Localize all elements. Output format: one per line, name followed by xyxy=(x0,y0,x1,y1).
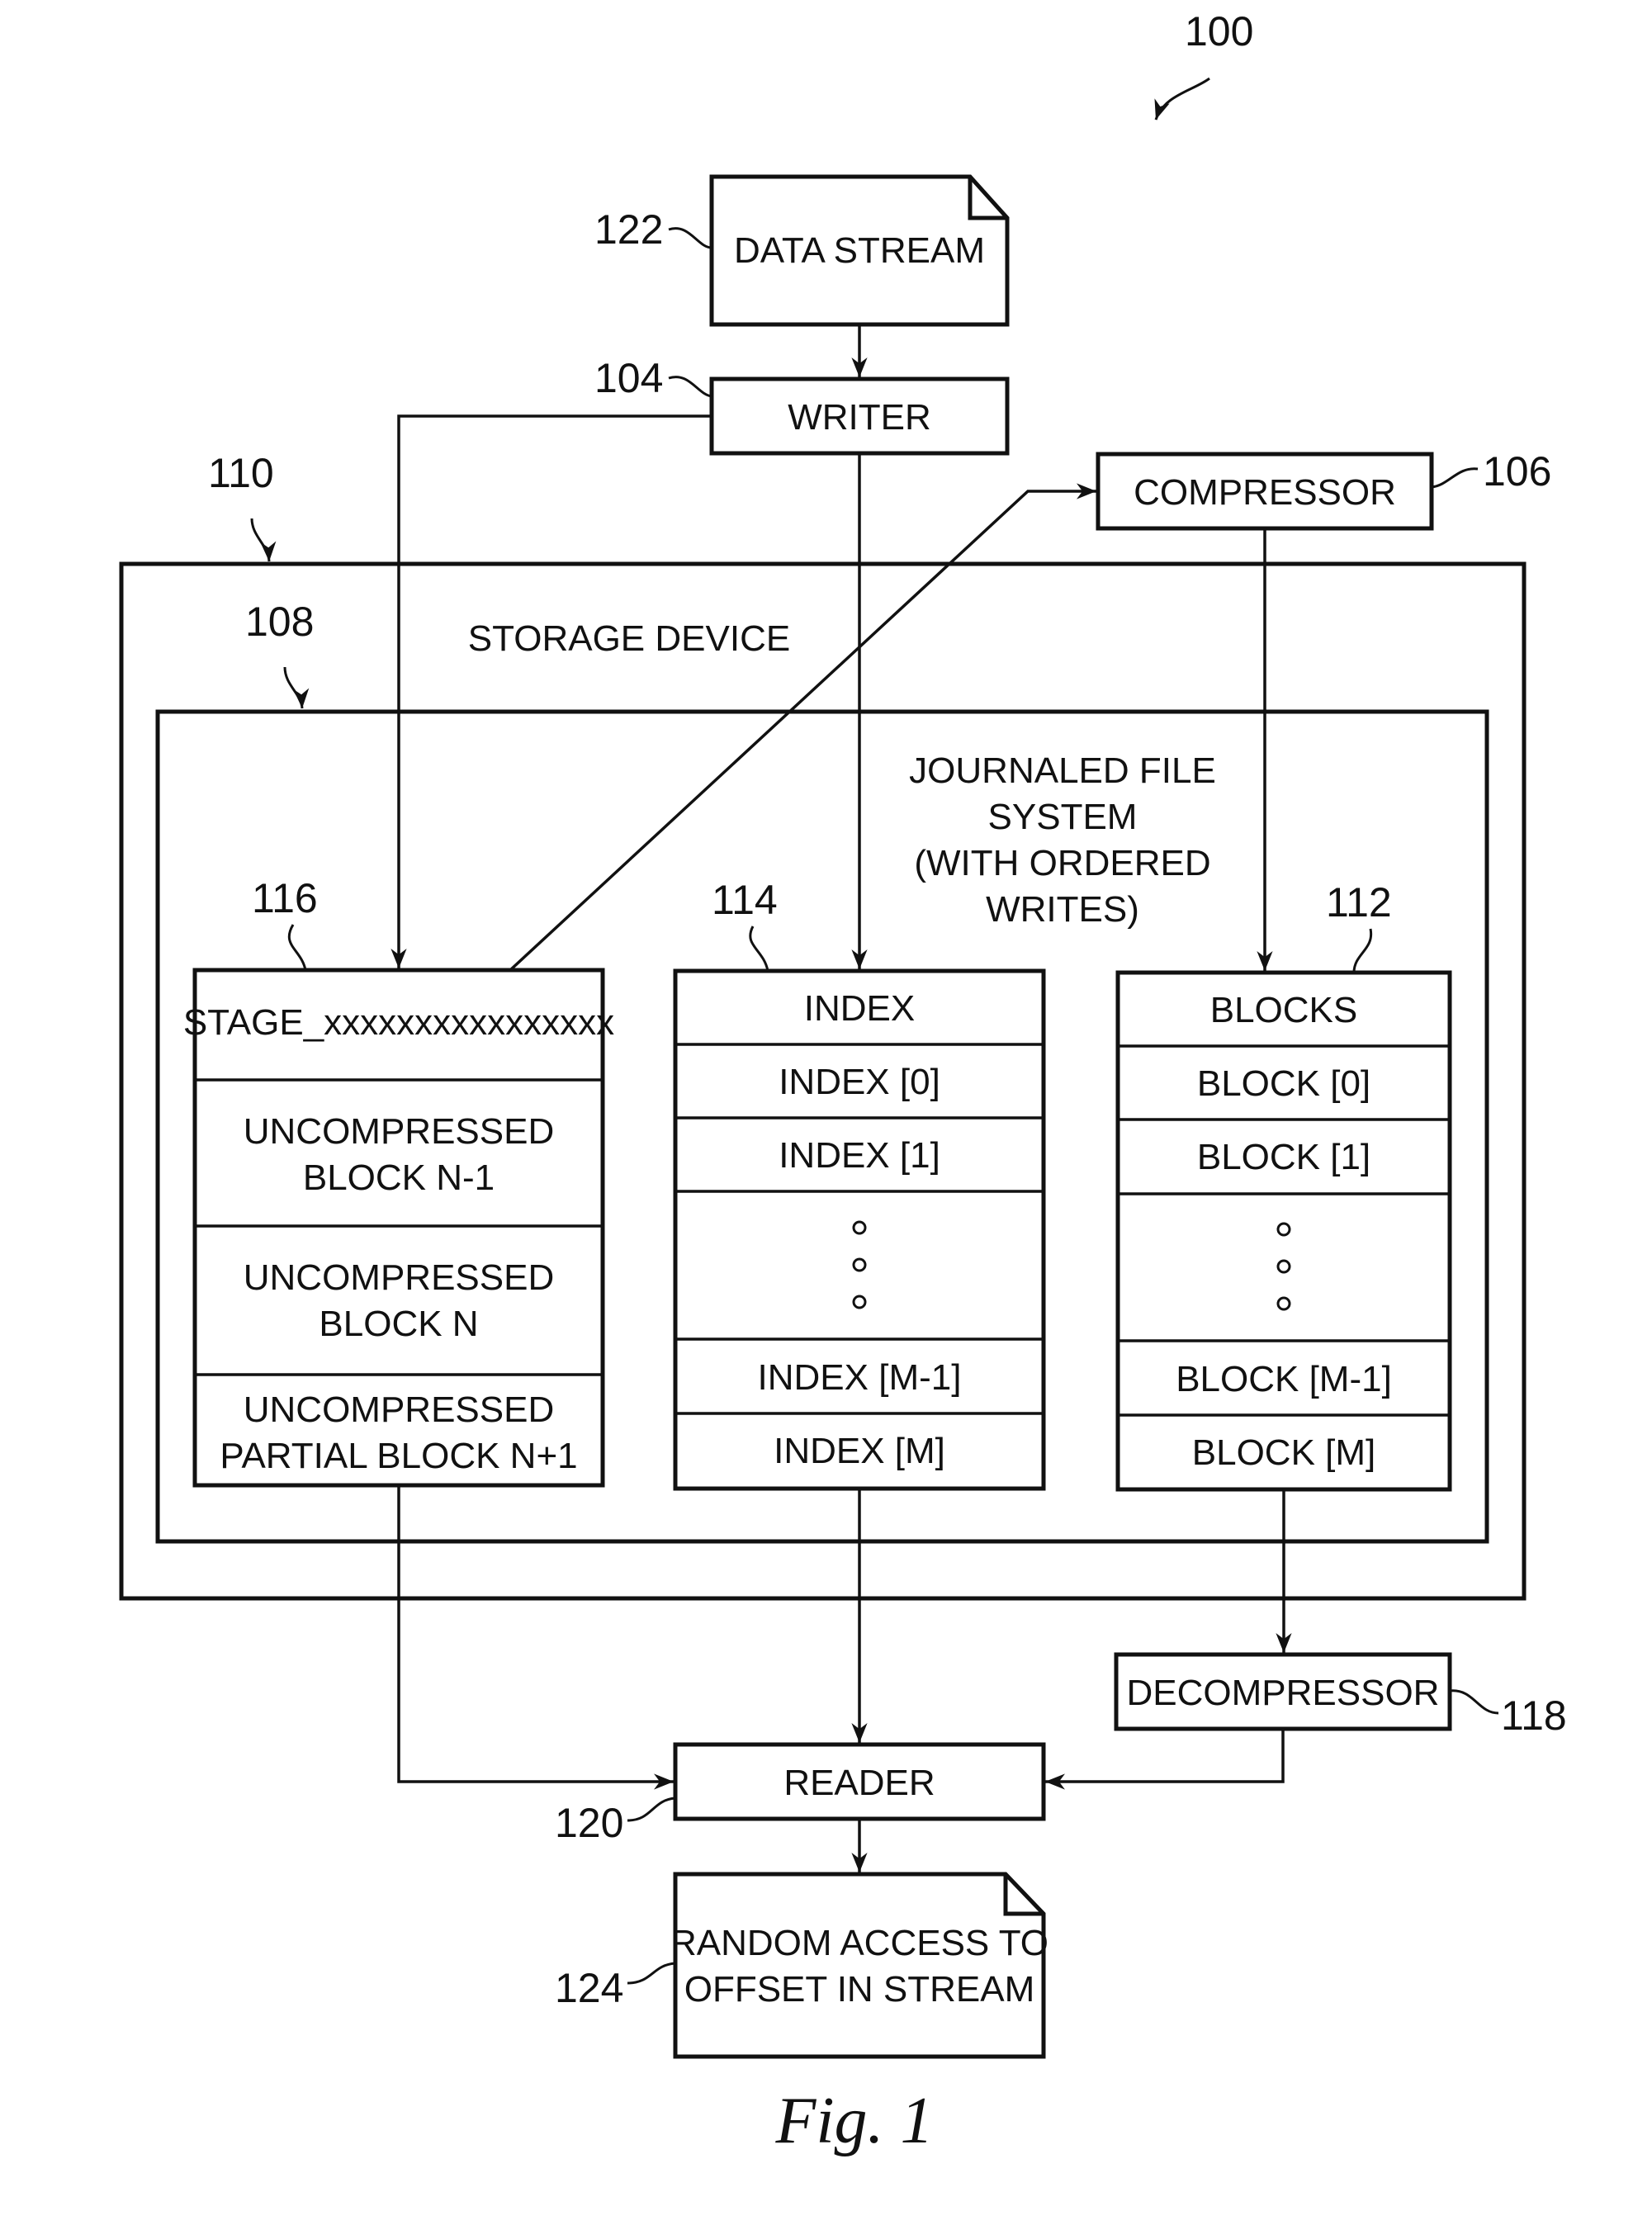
decompressor-box: DECOMPRESSOR xyxy=(1114,1652,1452,1731)
journaled-file-system-label: JOURNALED FILE SYSTEM (WITH ORDERED WRIT… xyxy=(909,750,1216,930)
storage-device-ref: 110 xyxy=(208,450,274,496)
stage-row-1-line-2: BLOCK N-1 xyxy=(303,1157,495,1198)
stage-row-3-line-1: UNCOMPRESSED xyxy=(244,1389,555,1430)
index-leader xyxy=(749,926,769,972)
index-row-0: INDEX [0] xyxy=(779,1062,940,1102)
stage-header: STAGE_xxxxxxxxxxxxxxxx xyxy=(183,1002,614,1043)
arrow-writer-to-stage xyxy=(391,414,712,968)
index-ref: 114 xyxy=(712,877,778,923)
reader-box: READER xyxy=(673,1742,1046,1821)
blocks-header: BLOCKS xyxy=(1210,990,1358,1030)
stage-row-2-line-2: BLOCK N xyxy=(319,1304,478,1344)
random-access-ref: 124 xyxy=(555,1965,623,2011)
writer-leader xyxy=(668,376,712,398)
data-stream-label: DATA STREAM xyxy=(734,230,985,271)
random-access-line-1: RANDOM ACCESS TO xyxy=(670,1923,1048,1963)
index-table: INDEX INDEX [0] INDEX [1] INDEX [M-1] IN… xyxy=(673,968,1046,1491)
figure-caption: Fig. 1 xyxy=(774,2085,933,2157)
writer-label: WRITER xyxy=(788,397,931,438)
index-row-1: INDEX [1] xyxy=(779,1135,940,1176)
stage-row-3-line-2: PARTIAL BLOCK N+1 xyxy=(220,1436,577,1476)
reader-label: READER xyxy=(783,1763,935,1803)
storage-system-diagram: 100 DATA STREAM 122 WRITER 104 COMPRESSO… xyxy=(119,8,1567,2157)
compressor-ref: 106 xyxy=(1483,448,1551,495)
blocks-row-0: BLOCK [0] xyxy=(1197,1063,1370,1104)
blocks-row-1: BLOCK [1] xyxy=(1197,1137,1370,1177)
stage-row-2-line-1: UNCOMPRESSED xyxy=(244,1257,555,1298)
decompressor-leader xyxy=(1449,1689,1499,1715)
arrow-stage-to-reader xyxy=(397,1485,674,1790)
index-row-m-1: INDEX [M-1] xyxy=(758,1357,962,1398)
compressor-label: COMPRESSOR xyxy=(1134,472,1396,513)
figure-ref-100: 100 xyxy=(1185,8,1253,54)
index-header: INDEX xyxy=(804,988,915,1029)
stage-ref: 116 xyxy=(252,875,318,921)
figure-ref-arrow xyxy=(1154,77,1210,121)
writer-ref: 104 xyxy=(594,355,663,401)
reader-ref: 120 xyxy=(555,1800,623,1846)
blocks-row-m-1: BLOCK [M-1] xyxy=(1176,1359,1392,1399)
decompressor-ref: 118 xyxy=(1501,1692,1567,1739)
svg-text:(WITH ORDERED: (WITH ORDERED xyxy=(914,843,1210,883)
random-access-line-2: OFFSET IN STREAM xyxy=(684,1969,1035,2010)
data-stream-ref: 122 xyxy=(594,206,663,253)
compressor-box: COMPRESSOR xyxy=(1096,452,1434,531)
blocks-row-m: BLOCK [M] xyxy=(1192,1432,1376,1473)
stage-leader xyxy=(287,924,307,971)
journaled-fs-ref-arrow xyxy=(283,666,310,709)
random-access-document: RANDOM ACCESS TO OFFSET IN STREAM xyxy=(670,1872,1048,2059)
writer-box: WRITER xyxy=(709,376,1010,456)
storage-device-ref-arrow xyxy=(250,518,277,562)
journaled-fs-ref: 108 xyxy=(245,599,314,645)
data-stream-document: DATA STREAM xyxy=(709,174,1010,327)
svg-text:WRITES): WRITES) xyxy=(986,889,1139,930)
reader-leader xyxy=(627,1797,676,1822)
random-access-leader xyxy=(627,1962,676,1985)
blocks-table: BLOCKS BLOCK [0] BLOCK [1] BLOCK [M-1] B… xyxy=(1115,970,1452,1492)
storage-device-label: STORAGE DEVICE xyxy=(468,618,790,659)
stage-table: STAGE_xxxxxxxxxxxxxxxx UNCOMPRESSED BLOC… xyxy=(183,968,614,1488)
blocks-ref: 112 xyxy=(1326,879,1392,926)
svg-text:JOURNALED FILE: JOURNALED FILE xyxy=(909,750,1216,791)
decompressor-label: DECOMPRESSOR xyxy=(1127,1673,1440,1713)
blocks-leader xyxy=(1352,928,1373,973)
stage-row-1-line-1: UNCOMPRESSED xyxy=(244,1111,555,1152)
compressor-leader xyxy=(1431,467,1479,489)
svg-text:SYSTEM: SYSTEM xyxy=(988,797,1138,837)
data-stream-leader xyxy=(668,227,712,249)
index-row-m: INDEX [M] xyxy=(774,1431,945,1471)
arrow-decompressor-to-reader xyxy=(1045,1729,1285,1790)
